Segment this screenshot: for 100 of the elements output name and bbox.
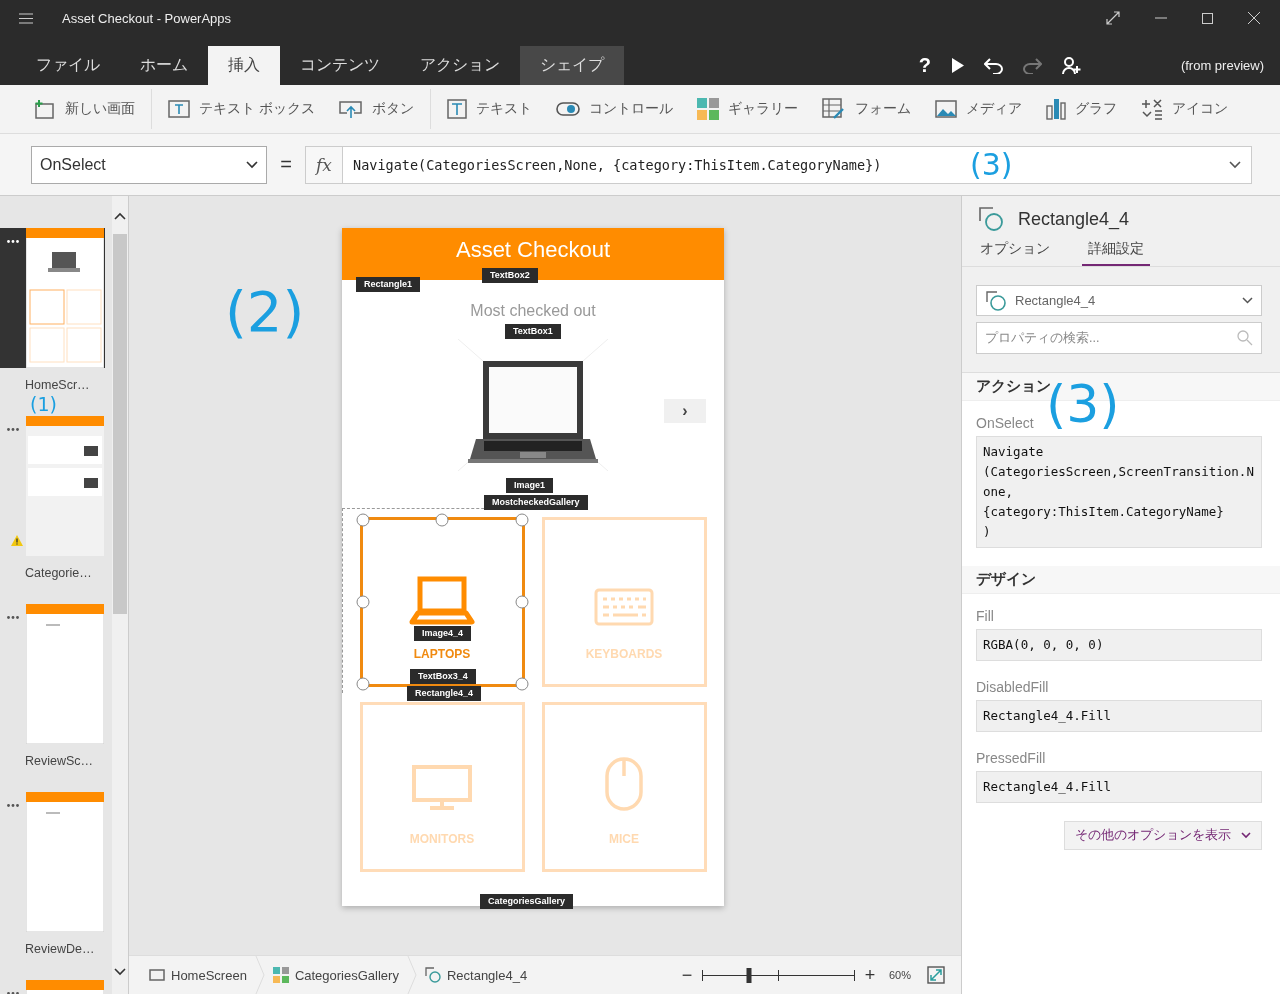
resize-handle[interactable] <box>356 677 369 691</box>
laptop-icon <box>409 576 475 626</box>
ribbon-tab[interactable]: ファイル <box>16 46 120 85</box>
screen-name: HomeScr… <box>25 378 91 392</box>
screen-thumbnail[interactable] <box>26 604 104 744</box>
app-title: Asset Checkout <box>455 237 611 263</box>
ribbon-tab[interactable]: シェイプ <box>520 46 624 85</box>
resize-handle[interactable] <box>515 595 528 609</box>
screen-name: Categorie… <box>25 566 93 580</box>
add-user-icon[interactable] <box>1061 56 1081 75</box>
property-label: DisabledFill <box>976 679 1050 695</box>
ribbon-button[interactable]: テキスト ボックス <box>156 89 327 129</box>
category-label: MONITORS <box>409 832 475 846</box>
property-field[interactable]: Rectangle4_4.Fill <box>976 700 1262 732</box>
ribbon-button[interactable]: アイコン <box>1128 89 1240 129</box>
property-field[interactable]: RGBA(0, 0, 0, 0) <box>976 629 1262 661</box>
menu-icon[interactable] <box>19 12 33 24</box>
control-name-tag: Rectangle1 <box>356 277 421 292</box>
control-name-tag: Image4_4 <box>414 626 472 641</box>
new-screen-icon <box>34 99 56 119</box>
warning-icon <box>11 535 23 546</box>
zoom-in-button[interactable]: + <box>862 964 877 986</box>
button-icon <box>338 99 363 119</box>
control-name-tag: Image1 <box>506 478 554 493</box>
property-label: PressedFill <box>976 750 1047 766</box>
chevron-down-icon <box>1242 297 1253 304</box>
ribbon-button[interactable]: ギャラリー <box>684 89 810 129</box>
toggle-icon <box>555 102 580 116</box>
zoom-out-button[interactable]: − <box>679 964 694 986</box>
screen-name: ReviewDe… <box>25 942 96 956</box>
screen-thumbnail[interactable] <box>26 792 104 932</box>
formula-field[interactable]: Navigate(CategoriesScreen,None, {category:ThisItem.CategoryName}) (3) <box>343 145 1252 184</box>
property-field[interactable]: Rectangle4_4.Fill <box>976 771 1262 803</box>
category-label: LAPTOPS <box>413 647 471 661</box>
screen-list-item[interactable] <box>0 228 105 368</box>
ribbon-tab[interactable]: アクション <box>400 46 520 85</box>
chevron-down-icon[interactable] <box>1229 160 1241 169</box>
resize-handle[interactable] <box>435 513 449 527</box>
callout-number: (3) <box>970 146 1013 183</box>
ribbon-button[interactable]: メディア <box>922 89 1034 129</box>
ribbon-button[interactable]: テキスト <box>434 89 544 129</box>
property-field[interactable]: Navigate (CategoriesScreen,ScreenTransition.None, {category:ThisItem.CategoryName} ) <box>976 436 1262 548</box>
ribbon-tab[interactable]: ホーム <box>120 46 208 85</box>
scrollbar[interactable] <box>112 196 128 994</box>
search-icon <box>1237 330 1253 346</box>
scroll-down-icon[interactable] <box>114 968 126 976</box>
gallery-icon <box>696 98 719 120</box>
property-dropdown[interactable]: OnSelect <box>31 145 267 184</box>
function-button[interactable]: fx <box>305 145 343 184</box>
breadcrumb[interactable]: HomeScreen <box>141 956 255 994</box>
property-label: Fill <box>976 608 995 624</box>
control-name-tag: TextBox3_4 <box>410 669 476 684</box>
screen-thumbnail[interactable] <box>26 228 104 368</box>
breadcrumb[interactable]: CategoriesGallery <box>264 956 407 994</box>
equals-sign: = <box>279 153 293 176</box>
breadcrumb[interactable]: Rectangle4_4 <box>416 956 536 994</box>
ribbon-button[interactable]: 新しい画面 <box>22 89 147 129</box>
monitor-icon <box>412 765 472 811</box>
control-dropdown[interactable]: Rectangle4_4 <box>976 285 1262 316</box>
account-label[interactable]: (from preview) <box>1180 46 1264 85</box>
ribbon-button[interactable]: フォーム <box>809 89 923 129</box>
scroll-up-icon[interactable] <box>114 212 126 220</box>
undo-icon[interactable] <box>983 57 1003 74</box>
shape-icon <box>424 967 441 983</box>
category-label: MICE <box>609 832 639 846</box>
zoom-level: 60% <box>888 969 911 981</box>
fullscreen-icon[interactable] <box>1106 11 1120 25</box>
play-icon[interactable] <box>951 58 964 73</box>
shape-icon <box>985 289 1007 312</box>
close-icon[interactable] <box>1248 12 1260 24</box>
maximize-icon[interactable] <box>1202 12 1213 24</box>
callout-number: (2) <box>225 284 305 340</box>
control-name-tag: MostcheckedGallery <box>484 495 588 510</box>
resize-handle[interactable] <box>515 513 528 527</box>
screen-thumbnail[interactable] <box>26 416 104 556</box>
panel-tab[interactable]: オプション <box>980 238 1056 266</box>
resize-handle[interactable] <box>356 595 369 609</box>
resize-handle[interactable] <box>515 677 528 691</box>
control-name-tag: TextBox2 <box>482 268 538 283</box>
panel-tab[interactable]: 詳細設定 <box>1082 238 1150 266</box>
control-name-tag: Rectangle4_4 <box>407 686 482 701</box>
chevron-down-icon <box>1241 832 1251 839</box>
ribbon-button[interactable]: グラフ <box>1033 89 1129 129</box>
shape-icon <box>978 206 1004 232</box>
search-field[interactable]: プロパティの検索... <box>976 322 1262 354</box>
category-label: KEYBOARDS <box>585 647 663 661</box>
ribbon-tab[interactable]: コンテンツ <box>280 46 400 85</box>
gallery-icon <box>272 967 289 983</box>
ribbon-tab[interactable]: 挿入 <box>208 46 280 85</box>
property-label: OnSelect <box>976 415 1035 431</box>
section-heading: Most checked out <box>470 302 596 320</box>
help-button[interactable]: ? <box>917 54 932 77</box>
screen-name: ReviewSc… <box>25 754 95 768</box>
resize-handle[interactable] <box>356 513 369 527</box>
next-button[interactable]: › <box>664 399 706 423</box>
fit-to-window-icon[interactable] <box>927 966 945 984</box>
ribbon-button[interactable]: コントロール <box>543 89 685 129</box>
callout-number: (1) <box>30 394 57 415</box>
ribbon-button[interactable]: ボタン <box>326 89 426 129</box>
more-options-button[interactable]: その他のオプションを表示 <box>1064 821 1262 850</box>
